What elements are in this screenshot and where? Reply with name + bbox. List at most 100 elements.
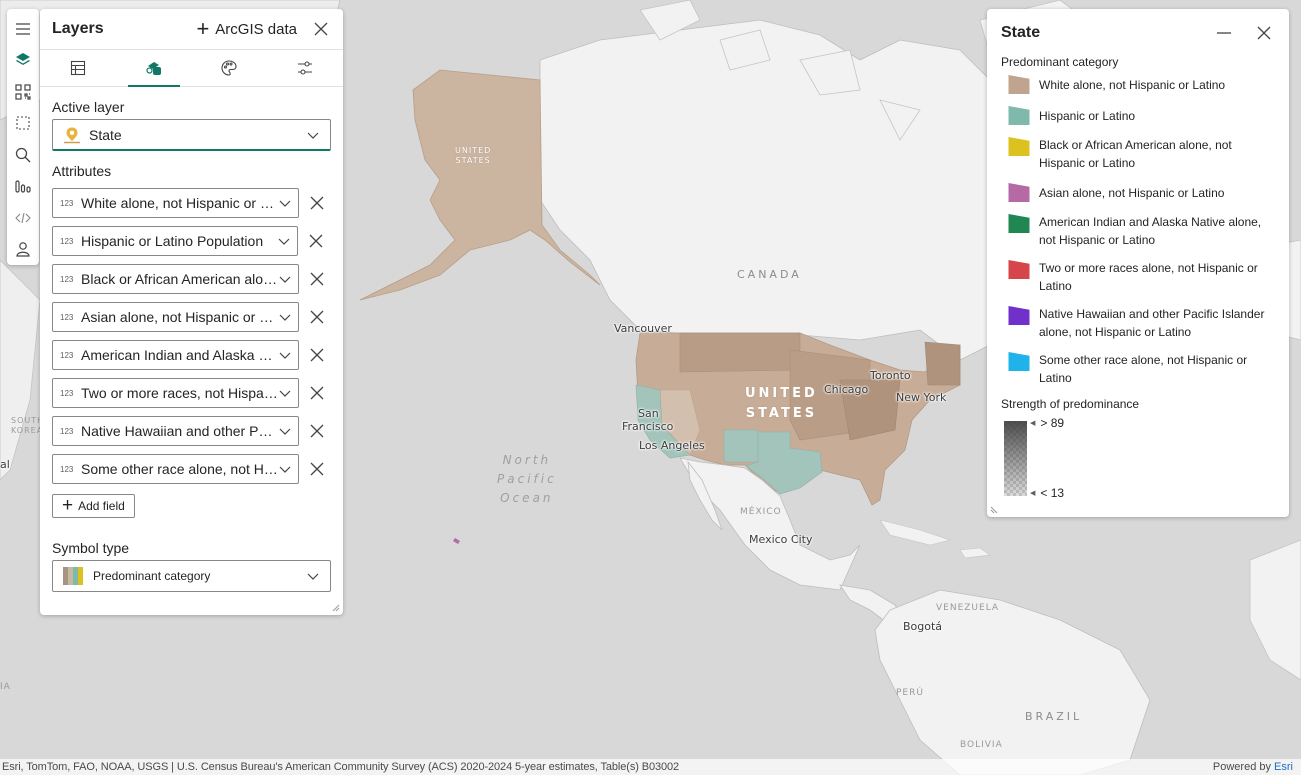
attribute-row: 123 White alone, not Hispanic or Latino … bbox=[52, 188, 331, 218]
plus-icon: + bbox=[196, 16, 210, 41]
layers-panel-title: Layers bbox=[52, 20, 104, 37]
esri-link[interactable]: Esri bbox=[1274, 761, 1293, 773]
remove-attribute-close-icon[interactable] bbox=[302, 454, 331, 484]
city-label-chicago: Chicago bbox=[824, 383, 869, 396]
attribute-field-dropdown[interactable]: 123 American Indian and Alaska Native al… bbox=[52, 340, 299, 370]
city-label-toronto: Toronto bbox=[870, 369, 911, 382]
add-arcgis-data-button[interactable]: + ArcGIS data bbox=[196, 16, 297, 41]
legend-swatch-icon bbox=[1008, 105, 1030, 126]
tab-settings[interactable] bbox=[267, 50, 343, 86]
remove-attribute-close-icon[interactable] bbox=[301, 226, 331, 256]
attribute-field-label: White alone, not Hispanic or Latino Popu… bbox=[81, 195, 278, 211]
chevron-down-icon bbox=[279, 390, 291, 397]
remove-attribute-close-icon[interactable] bbox=[302, 188, 331, 218]
remove-attribute-close-icon[interactable] bbox=[302, 302, 331, 332]
attribution-text: Esri, TomTom, FAO, NOAA, USGS | U.S. Cen… bbox=[2, 761, 680, 773]
triangle-left-icon: ◀ bbox=[1030, 490, 1036, 497]
map-label-alaska-2: STATES bbox=[455, 156, 491, 165]
city-label-mexico-city: Mexico City bbox=[749, 533, 813, 546]
attribute-row: 123 American Indian and Alaska Native al… bbox=[52, 340, 331, 370]
map-label-peru: PERÚ bbox=[896, 688, 924, 698]
attributes-label: Attributes bbox=[52, 163, 112, 179]
chevron-down-icon bbox=[278, 238, 290, 245]
remove-attribute-close-icon[interactable] bbox=[302, 378, 331, 408]
code-icon[interactable] bbox=[9, 202, 37, 234]
legend-item-label: Black or African American alone, not His… bbox=[1039, 138, 1232, 170]
map-label-brazil: BRAZIL bbox=[1025, 710, 1083, 723]
layers-icon[interactable] bbox=[9, 45, 37, 77]
numeric-field-icon: 123 bbox=[60, 426, 74, 436]
attribute-field-label: Black or African American alone, not His… bbox=[81, 271, 278, 287]
selection-icon[interactable] bbox=[9, 108, 37, 140]
city-label-san-francisco-2: Francisco bbox=[622, 420, 674, 433]
attribute-field-label: Asian alone, not Hispanic or Latino Popu… bbox=[81, 309, 278, 325]
remove-attribute-close-icon[interactable] bbox=[302, 264, 331, 294]
attribute-field-dropdown[interactable]: 123 Asian alone, not Hispanic or Latino … bbox=[52, 302, 299, 332]
add-field-button[interactable]: + Add field bbox=[52, 494, 135, 518]
remove-attribute-close-icon[interactable] bbox=[302, 416, 331, 446]
legend-item-label: Hispanic or Latino bbox=[1039, 109, 1136, 123]
remove-attribute-close-icon[interactable] bbox=[302, 340, 331, 370]
palette-icon bbox=[221, 60, 237, 76]
tab-style[interactable] bbox=[192, 50, 268, 86]
legend-title: State bbox=[1001, 24, 1041, 41]
numeric-field-icon: 123 bbox=[60, 236, 74, 246]
powered-by-label: Powered by bbox=[1212, 761, 1271, 773]
attribute-field-dropdown[interactable]: 123 White alone, not Hispanic or Latino … bbox=[52, 188, 299, 218]
resize-grip-icon[interactable] bbox=[330, 602, 340, 612]
settings-sliders-icon bbox=[298, 61, 313, 75]
attribute-field-label: Two or more races, not Hispanic or Latin… bbox=[81, 385, 278, 401]
close-icon[interactable] bbox=[311, 19, 331, 39]
legend-item-label: White alone, not Hispanic or Latino bbox=[1039, 78, 1226, 92]
legend-item: Native Hawaiian and other Pacific Island… bbox=[1007, 305, 1275, 341]
search-icon[interactable] bbox=[9, 139, 37, 171]
map-label-bolivia: BOLIVIA bbox=[960, 740, 1003, 750]
tab-table[interactable] bbox=[40, 50, 116, 86]
legend-item-label: Some other race alone, not Hispanic or L… bbox=[1039, 353, 1248, 385]
attribute-row: 123 Native Hawaiian and other Pacific Is… bbox=[52, 416, 331, 446]
chevron-down-icon bbox=[279, 200, 291, 207]
legend-panel: State Predominant category White alone, … bbox=[987, 9, 1289, 517]
attribute-field-dropdown[interactable]: 123 Two or more races, not Hispanic or L… bbox=[52, 378, 299, 408]
city-label-san-francisco-1: San bbox=[638, 407, 659, 420]
attribute-field-dropdown[interactable]: 123 Hispanic or Latino Population bbox=[52, 226, 299, 256]
symbol-type-dropdown[interactable]: Predominant category bbox=[52, 560, 331, 592]
chevron-down-icon bbox=[279, 314, 291, 321]
map-label-alaska-1: UNITED bbox=[455, 146, 492, 155]
resize-grip-icon[interactable] bbox=[990, 504, 1000, 514]
map-label-ocean-1: North bbox=[502, 453, 552, 467]
legend-item: Asian alone, not Hispanic or Latino bbox=[1007, 182, 1275, 203]
legend-item: Two or more races alone, not Hispanic or… bbox=[1007, 259, 1275, 295]
city-label-bogota: Bogotá bbox=[903, 620, 943, 633]
active-layer-dropdown[interactable]: State bbox=[52, 119, 331, 151]
legend-item: Hispanic or Latino bbox=[1007, 105, 1275, 126]
city-label-vancouver: Vancouver bbox=[614, 322, 672, 335]
city-label-new-york: New York bbox=[896, 391, 947, 404]
strength-high: ◀ > 89 bbox=[1030, 416, 1064, 430]
strength-low: ◀ < 13 bbox=[1030, 486, 1064, 500]
attribute-field-dropdown[interactable]: 123 Black or African American alone, not… bbox=[52, 264, 299, 294]
user-icon[interactable] bbox=[9, 234, 37, 266]
attribute-row: 123 Black or African American alone, not… bbox=[52, 264, 331, 294]
hamburger-menu-icon[interactable] bbox=[9, 13, 37, 45]
strength-gradient bbox=[1004, 421, 1027, 496]
map-label-canada: CANADA bbox=[737, 268, 802, 281]
tab-symbology[interactable] bbox=[116, 50, 192, 87]
qr-grid-icon[interactable] bbox=[9, 76, 37, 108]
chevron-down-icon bbox=[279, 276, 291, 283]
map-label-asia-edge: al bbox=[0, 458, 10, 471]
attribute-row: 123 Asian alone, not Hispanic or Latino … bbox=[52, 302, 331, 332]
numeric-field-icon: 123 bbox=[60, 350, 74, 360]
analytics-icon[interactable] bbox=[9, 171, 37, 203]
strength-title: Strength of predominance bbox=[1001, 397, 1140, 411]
minimize-icon[interactable] bbox=[1213, 22, 1235, 44]
attribute-field-dropdown[interactable]: 123 Native Hawaiian and other Pacific Is… bbox=[52, 416, 299, 446]
legend-swatch-icon bbox=[1008, 74, 1030, 95]
symbol-type-value: Predominant category bbox=[93, 569, 211, 583]
attribute-field-dropdown[interactable]: 123 Some other race alone, not Hispanic … bbox=[52, 454, 299, 484]
chevron-down-icon bbox=[307, 132, 319, 139]
close-icon[interactable] bbox=[1253, 22, 1275, 44]
legend-item-label: Two or more races alone, not Hispanic or… bbox=[1039, 261, 1258, 293]
legend-swatch-icon bbox=[1008, 136, 1030, 157]
add-field-label: Add field bbox=[78, 499, 125, 513]
